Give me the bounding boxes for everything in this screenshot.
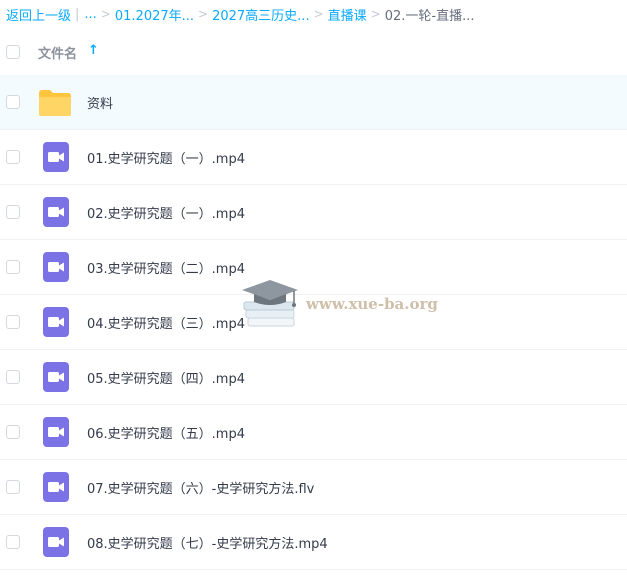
file-row[interactable]: 06.史学研究题（五）.mp4	[0, 405, 627, 460]
breadcrumb-item[interactable]: 直播课	[328, 5, 367, 24]
file-name[interactable]: 07.史学研究题（六）-史学研究方法.flv	[87, 478, 314, 497]
row-checkbox[interactable]	[6, 95, 20, 109]
row-checkbox[interactable]	[6, 480, 20, 494]
file-name[interactable]: 资料	[87, 93, 113, 112]
filename-column-header[interactable]: 文件名	[38, 43, 77, 62]
breadcrumb-current: 02.一轮-直播...	[384, 8, 475, 24]
breadcrumb-separator: >	[198, 7, 209, 21]
row-checkbox[interactable]	[6, 150, 20, 164]
file-row[interactable]: 07.史学研究题（六）-史学研究方法.flv	[0, 460, 627, 515]
file-row[interactable]: 02.史学研究题（一）.mp4	[0, 185, 627, 240]
row-checkbox[interactable]	[6, 260, 20, 274]
file-row[interactable]: 04.史学研究题（三）.mp4	[0, 295, 627, 350]
video-icon	[42, 417, 76, 447]
row-checkbox[interactable]	[6, 370, 20, 384]
breadcrumb-item[interactable]: 01.2027年...	[115, 5, 194, 24]
file-name[interactable]: 05.史学研究题（四）.mp4	[87, 368, 245, 387]
file-name[interactable]: 02.史学研究题（一）.mp4	[87, 203, 245, 222]
row-checkbox[interactable]	[6, 535, 20, 549]
breadcrumb-ellipsis[interactable]: ...	[84, 7, 96, 22]
breadcrumb-separator: >	[370, 7, 381, 21]
video-icon	[42, 307, 76, 337]
file-row[interactable]: 05.史学研究题（四）.mp4	[0, 350, 627, 405]
video-icon	[42, 362, 76, 392]
file-name[interactable]: 08.史学研究题（七）-史学研究方法.mp4	[87, 533, 328, 552]
folder-row[interactable]: 资料	[0, 75, 627, 130]
breadcrumb-separator: >	[313, 7, 324, 21]
video-icon	[42, 252, 76, 282]
row-checkbox[interactable]	[6, 205, 20, 219]
row-checkbox[interactable]	[6, 425, 20, 439]
file-name[interactable]: 01.史学研究题（一）.mp4	[87, 148, 245, 167]
file-list-header: 文件名 ↑	[0, 28, 627, 75]
breadcrumb: 返回上一级 | ... > 01.2027年... > 2027高三历史... …	[6, 0, 627, 28]
video-icon	[42, 197, 76, 227]
sort-ascending-icon[interactable]: ↑	[88, 43, 99, 58]
back-link[interactable]: 返回上一级	[6, 5, 71, 24]
breadcrumb-separator: >	[100, 7, 111, 21]
file-name[interactable]: 06.史学研究题（五）.mp4	[87, 423, 245, 442]
file-row[interactable]: 03.史学研究题（二）.mp4	[0, 240, 627, 295]
video-icon	[42, 527, 76, 557]
select-all-checkbox[interactable]	[6, 45, 20, 59]
file-name[interactable]: 03.史学研究题（二）.mp4	[87, 258, 245, 277]
breadcrumb-item[interactable]: 2027高三历史...	[212, 5, 309, 24]
video-icon	[42, 142, 76, 172]
folder-icon	[38, 89, 72, 119]
file-row[interactable]: 01.史学研究题（一）.mp4	[0, 130, 627, 185]
video-icon	[42, 472, 76, 502]
file-row[interactable]: 08.史学研究题（七）-史学研究方法.mp4	[0, 515, 627, 570]
row-checkbox[interactable]	[6, 315, 20, 329]
file-name[interactable]: 04.史学研究题（三）.mp4	[87, 313, 245, 332]
breadcrumb-divider: |	[75, 6, 80, 22]
file-list: 资料 01.史学研究题（一）.mp4 02.史学研究题（一）.mp4 03.史学研究题…	[0, 75, 627, 570]
